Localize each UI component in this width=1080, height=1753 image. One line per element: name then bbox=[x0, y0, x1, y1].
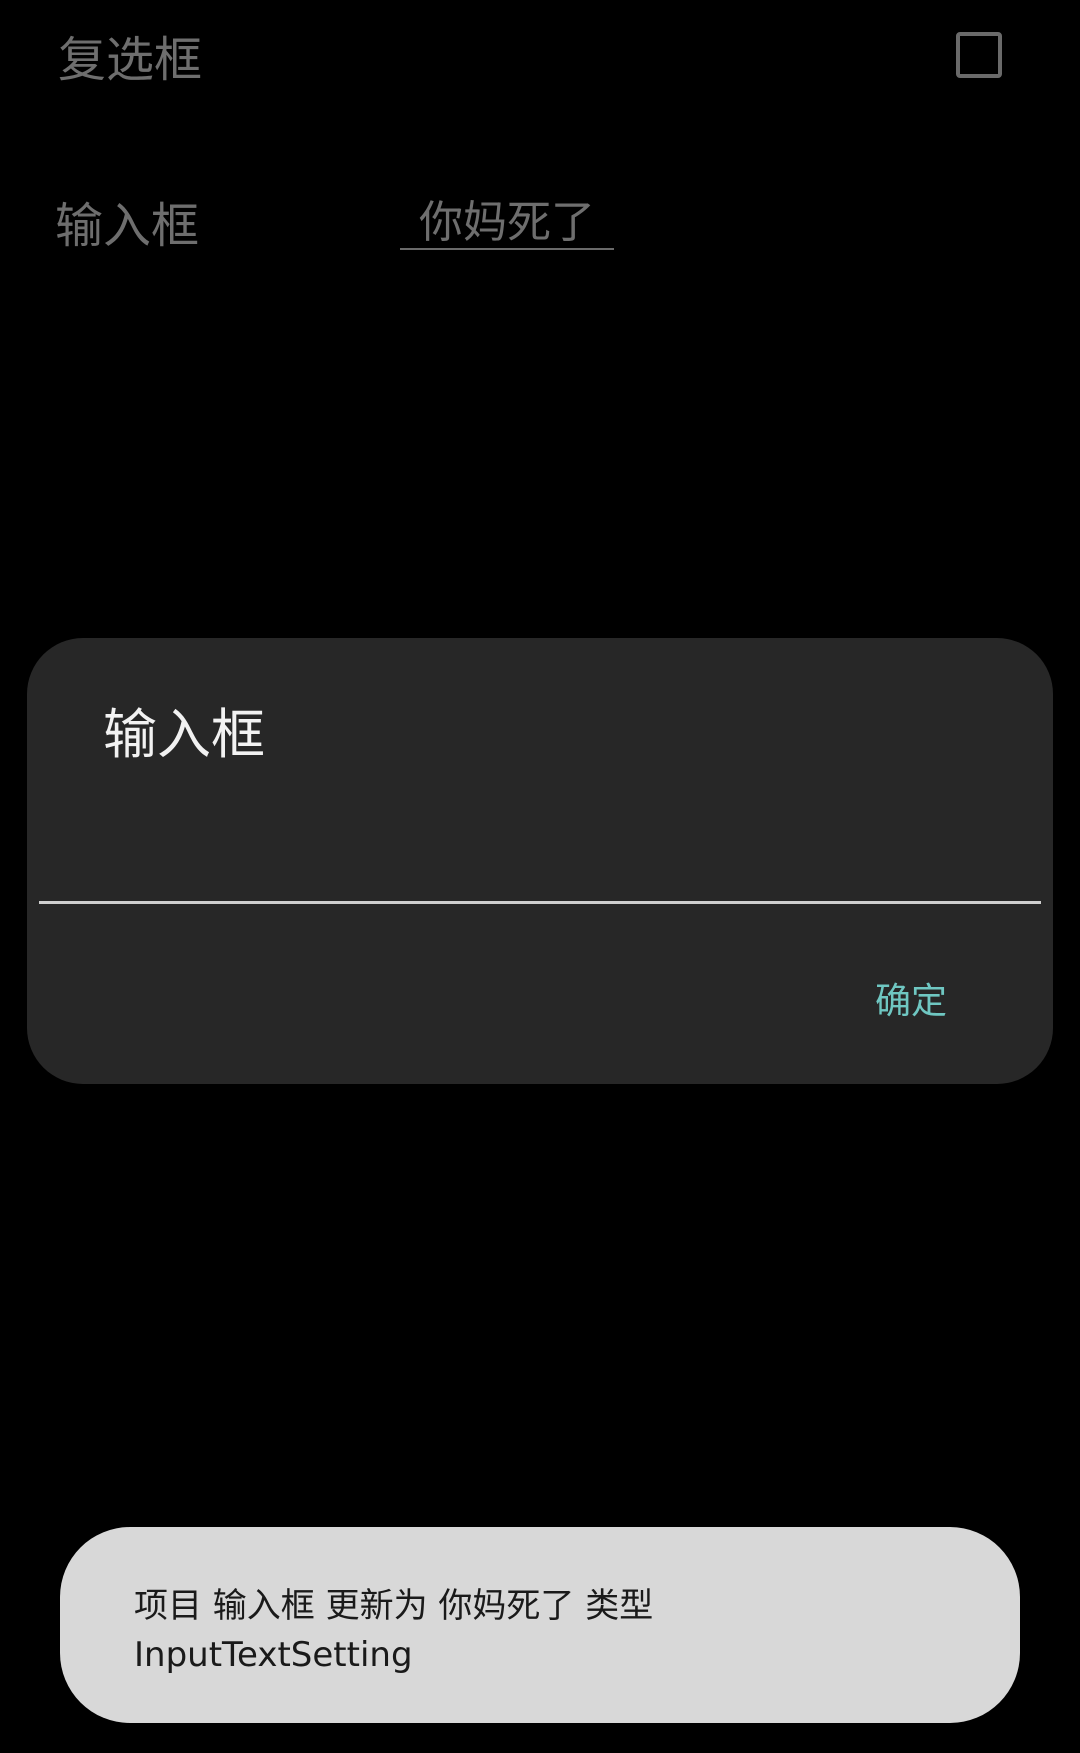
confirm-button[interactable]: 确定 bbox=[875, 984, 947, 1020]
toast-line-1: 项目 输入框 更新为 你妈死了 类型 bbox=[134, 1586, 654, 1626]
dialog-text-field[interactable] bbox=[39, 838, 1041, 904]
checkbox-setting-label: 复选框 bbox=[58, 32, 203, 88]
checkbox[interactable] bbox=[956, 32, 1002, 78]
input-setting-value[interactable]: 你妈死了 bbox=[400, 200, 614, 250]
dialog-title: 输入框 bbox=[103, 703, 265, 766]
toast-line-2: InputTextSetting bbox=[134, 1635, 413, 1675]
input-dialog: 输入框 确定 bbox=[27, 638, 1053, 1084]
toast-message: 项目 输入框 更新为 你妈死了 类型 InputTextSetting bbox=[60, 1527, 1020, 1723]
input-setting-label: 输入框 bbox=[55, 198, 200, 254]
